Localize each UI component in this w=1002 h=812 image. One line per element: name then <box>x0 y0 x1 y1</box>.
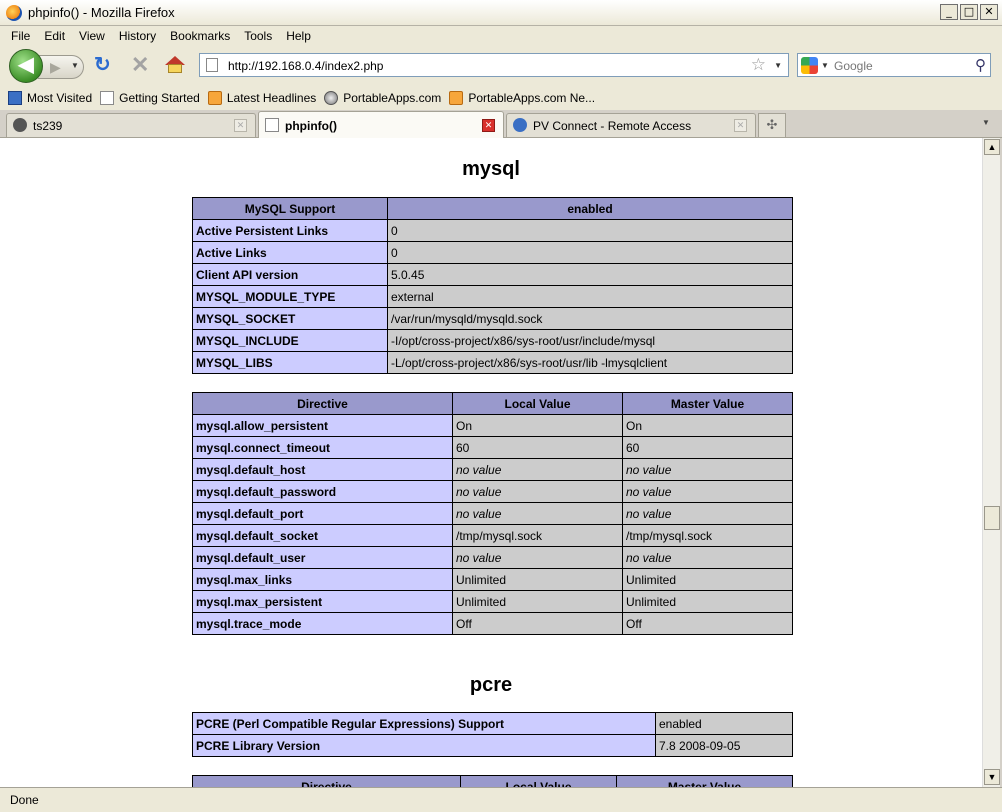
tab-strip: ts239 ✕ phpinfo() ✕ PV Connect - Remote … <box>0 110 1002 139</box>
google-icon[interactable] <box>801 57 818 74</box>
menu-edit[interactable]: Edit <box>37 29 72 43</box>
table-row: mysql.default_socket/tmp/mysql.sock/tmp/… <box>192 524 793 547</box>
search-icon[interactable]: ⚲ <box>975 56 986 74</box>
close-tab-icon[interactable]: ✕ <box>734 119 747 132</box>
window-titlebar: phpinfo() - Mozilla Firefox _ □ ✕ <box>0 0 1002 26</box>
menu-file[interactable]: File <box>0 29 37 43</box>
table-row: PCRE Library Version 7.8 2008-09-05 <box>192 734 793 757</box>
mysql-directive-table: Directive Local Value Master Value mysql… <box>192 392 793 635</box>
table-row: Active Links 0 <box>192 241 793 264</box>
table-header: Local Value <box>452 392 623 415</box>
site-icon <box>513 118 527 132</box>
table-row: mysql.connect_timeout 60 60 <box>192 436 793 459</box>
bookmark-getting-started[interactable]: Getting Started <box>100 91 200 105</box>
rss-icon <box>207 91 222 105</box>
scroll-up-icon[interactable]: ▲ <box>984 139 1000 155</box>
tab-ts239[interactable]: ts239 ✕ <box>6 113 256 137</box>
close-tab-icon[interactable]: ✕ <box>482 119 495 132</box>
vertical-scrollbar[interactable]: ▲ ▼ <box>982 138 1000 787</box>
bookmark-most-visited[interactable]: Most Visited <box>8 91 92 105</box>
table-row: mysql.max_persistent Unlimited Unlimited <box>192 590 793 613</box>
menu-bar: File Edit View History Bookmarks Tools H… <box>0 26 1002 46</box>
navigation-toolbar: ▶ ▼ ◀ ↻ ✕ http://192.168.0.4/index2.php … <box>0 46 1002 86</box>
close-tab-icon[interactable]: ✕ <box>234 119 247 132</box>
table-row: MYSQL_MODULE_TYPE external <box>192 285 793 308</box>
scrollbar-thumb[interactable] <box>984 506 1000 530</box>
table-header: Local Value <box>460 775 617 787</box>
forward-arrow-icon: ▶ <box>50 59 61 75</box>
table-row: MYSQL_LIBS -L/opt/cross-project/x86/sys-r… <box>192 351 793 374</box>
page-icon <box>206 58 218 72</box>
status-bar: Done <box>0 787 1002 812</box>
url-dropdown-icon[interactable]: ▼ <box>774 61 782 70</box>
new-tab-button[interactable]: ✣ <box>758 113 786 137</box>
table-row: mysql.default_host no value no value <box>192 458 793 481</box>
list-all-tabs-icon[interactable]: ▼ <box>982 118 990 127</box>
menu-help[interactable]: Help <box>279 29 318 43</box>
maximize-button[interactable]: □ <box>960 4 978 20</box>
portableapps-icon <box>324 91 339 105</box>
search-engine-dropdown-icon[interactable]: ▼ <box>821 61 829 70</box>
table-header: Master Value <box>622 392 793 415</box>
back-button[interactable]: ◀ <box>9 49 43 83</box>
firefox-icon <box>6 4 22 21</box>
scroll-down-icon[interactable]: ▼ <box>984 769 1000 785</box>
search-box[interactable]: ▼ Google ⚲ <box>797 53 991 77</box>
page-content: mysql MySQL Support enabled Active Persi… <box>0 138 982 787</box>
section-title-mysql: mysql <box>462 158 520 180</box>
table-row: mysql.trace_mode Off Off <box>192 612 793 635</box>
table-row: mysql.allow_persistent On On <box>192 414 793 437</box>
mysql-support-table: MySQL Support enabled Active Persistent … <box>192 197 793 374</box>
table-row: mysql.max_links Unlimited Unlimited <box>192 568 793 591</box>
close-window-button[interactable]: ✕ <box>980 4 998 20</box>
table-header: enabled <box>387 197 793 220</box>
menu-tools[interactable]: Tools <box>237 29 279 43</box>
table-row: MYSQL_SOCKET/var/run/mysqld/mysqld.sock <box>192 307 793 330</box>
table-row: Client API version 5.0.45 <box>192 263 793 286</box>
address-bar[interactable]: http://192.168.0.4/index2.php ☆ ▼ <box>199 53 789 77</box>
tab-pv-connect[interactable]: PV Connect - Remote Access ✕ <box>506 113 756 137</box>
menu-view[interactable]: View <box>72 29 112 43</box>
table-row: mysql.default_port no value no value <box>192 502 793 525</box>
table-row: mysql.default_user no value no value <box>192 546 793 569</box>
window-title: phpinfo() - Mozilla Firefox <box>28 5 175 20</box>
bookmarks-toolbar: Most Visited Getting Started Latest Head… <box>0 86 1002 110</box>
minimize-button[interactable]: _ <box>940 4 958 20</box>
reload-icon[interactable]: ↻ <box>94 55 111 75</box>
page-icon <box>265 118 279 132</box>
bookmark-portableapps-news[interactable]: PortableApps.com Ne... <box>449 91 595 105</box>
table-row: MYSQL_INCLUDE -I/opt/cross-project/x86/sy… <box>192 329 793 352</box>
table-row: PCRE (Perl Compatible Regular Expression… <box>192 712 793 735</box>
status-text: Done <box>10 793 39 807</box>
menu-history[interactable]: History <box>112 29 163 43</box>
tab-phpinfo[interactable]: phpinfo() ✕ <box>258 111 504 139</box>
table-row: Active Persistent Links 0 <box>192 219 793 242</box>
stop-icon[interactable]: ✕ <box>131 54 149 76</box>
site-icon <box>13 118 27 132</box>
table-header: MySQL Support <box>192 197 388 220</box>
page-icon <box>100 91 115 105</box>
rss-icon <box>449 91 464 105</box>
most-visited-icon <box>8 91 22 105</box>
search-input[interactable]: Google <box>834 59 873 73</box>
bookmark-portableapps[interactable]: PortableApps.com <box>324 91 441 105</box>
home-icon[interactable] <box>165 56 185 74</box>
forward-button[interactable]: ▶ ▼ <box>38 55 84 79</box>
table-row: mysql.default_password no value no value <box>192 480 793 503</box>
history-dropdown-icon[interactable]: ▼ <box>71 61 79 70</box>
url-text[interactable]: http://192.168.0.4/index2.php <box>228 59 383 73</box>
menu-bookmarks[interactable]: Bookmarks <box>163 29 237 43</box>
bookmark-latest-headlines[interactable]: Latest Headlines <box>207 91 316 105</box>
bookmark-star-icon[interactable]: ☆ <box>751 55 766 75</box>
table-header: Master Value <box>616 775 793 787</box>
section-title-pcre: pcre <box>469 674 513 696</box>
table-header: Directive <box>192 775 461 787</box>
pcre-support-table: PCRE (Perl Compatible Regular Expression… <box>192 712 793 757</box>
table-header: Directive <box>192 392 453 415</box>
pcre-directive-table: Directive Local Value Master Value <box>192 775 793 787</box>
